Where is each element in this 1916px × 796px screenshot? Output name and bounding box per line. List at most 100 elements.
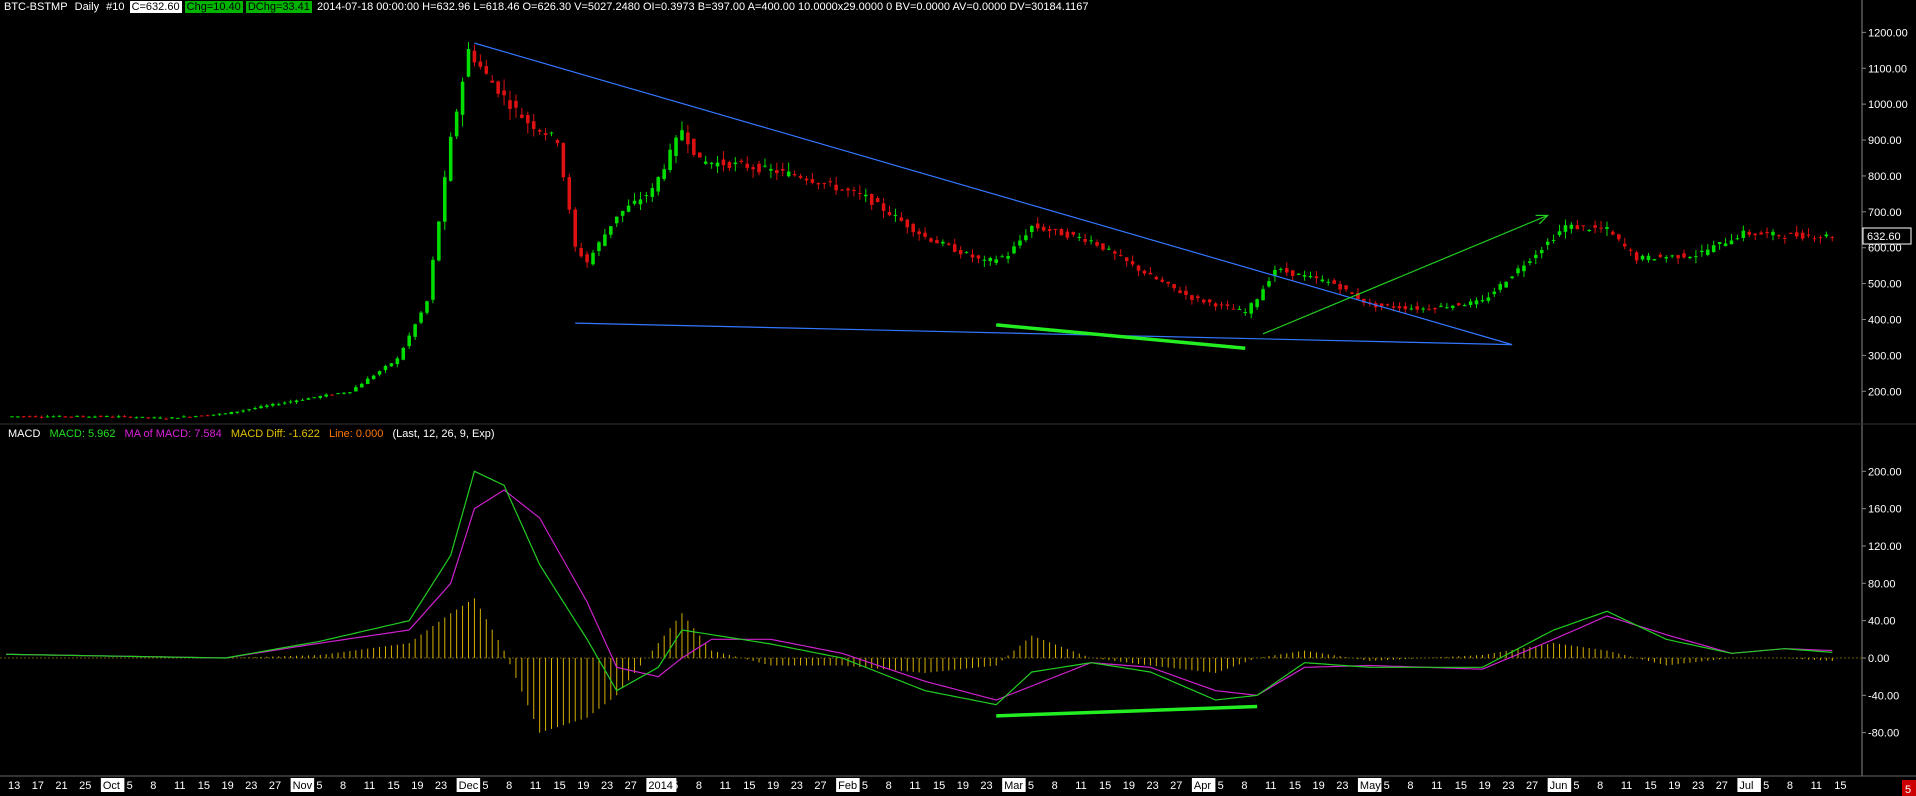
candle-body: [881, 203, 886, 211]
day-label: 27: [814, 780, 826, 792]
candle-body: [57, 415, 62, 417]
candle-body: [81, 416, 85, 418]
candle-body: [466, 49, 471, 77]
candle-body: [294, 400, 299, 403]
candle-body: [543, 133, 548, 136]
candle-body: [282, 402, 287, 404]
candle-body: [1611, 231, 1615, 235]
candle-body: [490, 80, 494, 83]
candle-body: [745, 163, 749, 168]
candle-body: [1415, 306, 1419, 310]
candle-body: [526, 114, 530, 124]
candle-body: [75, 415, 79, 417]
candle-body: [413, 324, 417, 337]
day-label: 5: [1028, 780, 1034, 792]
candle-body: [1439, 305, 1443, 307]
month-label: Feb: [838, 780, 857, 792]
candle-body: [863, 194, 868, 197]
candle-body: [1682, 253, 1686, 258]
candle-body: [1676, 255, 1680, 259]
candle-body: [1213, 303, 1218, 307]
candle-body: [1166, 281, 1170, 284]
line-value: Line: 0.000: [328, 428, 384, 440]
day-label: 23: [435, 780, 447, 792]
close-chip: C=632.60: [129, 1, 182, 13]
candle-body: [63, 416, 68, 418]
candle-body: [140, 416, 145, 418]
candle-body: [1646, 255, 1651, 261]
candle-body: [69, 416, 74, 418]
month-label: 2014: [648, 780, 672, 792]
candle-body: [994, 259, 999, 263]
candle-body: [775, 170, 779, 174]
day-label: 27: [269, 780, 281, 792]
candle-body: [1741, 230, 1746, 238]
candle-body: [354, 387, 358, 392]
candle-body: [947, 243, 951, 245]
candle-body: [1765, 232, 1769, 234]
candle-body: [686, 132, 690, 145]
day-label: 21: [55, 780, 67, 792]
candle-body: [1569, 224, 1574, 229]
candle-body: [1534, 254, 1538, 259]
candle-body: [365, 378, 370, 385]
price-tick-label: 500.00: [1868, 279, 1902, 291]
candle-body: [1041, 226, 1046, 231]
candle-body: [1160, 279, 1165, 282]
candle-body: [1456, 303, 1461, 306]
candle-body: [312, 397, 317, 399]
candle-body: [1308, 275, 1313, 278]
candle-body: [899, 217, 904, 221]
day-label: 13: [8, 780, 20, 792]
price-divergence-line: [996, 323, 1246, 350]
candle-body: [1711, 245, 1716, 252]
candle-body: [1302, 275, 1307, 277]
macd-tick-label: 80.00: [1868, 578, 1896, 590]
candle-body: [1178, 290, 1182, 293]
candle-body: [1794, 232, 1799, 237]
candle-body: [16, 416, 20, 418]
candle-body: [1818, 237, 1823, 239]
day-label: 15: [198, 780, 210, 792]
day-label: 5: [672, 780, 678, 792]
candle-body: [1035, 223, 1040, 229]
price-tick-label: 400.00: [1868, 315, 1902, 327]
candle-body: [875, 198, 880, 202]
day-label: 8: [150, 780, 156, 792]
candle-body: [786, 171, 791, 177]
candle-body: [798, 175, 803, 178]
candle-body: [193, 416, 198, 418]
price-tick-label: 1000.00: [1868, 99, 1908, 111]
last-price-label: 632.60: [1867, 231, 1901, 243]
day-label: 23: [1146, 780, 1158, 792]
candle-body: [1522, 265, 1526, 272]
candle-body: [680, 130, 684, 141]
candle-body: [1006, 256, 1010, 259]
candle-body: [1207, 299, 1212, 303]
day-label: 5: [1384, 780, 1390, 792]
candle-body: [988, 257, 993, 262]
day-label: 8: [506, 780, 512, 792]
candle-body: [395, 358, 400, 365]
candle-body: [1830, 236, 1835, 238]
candle-body: [1468, 301, 1473, 306]
candle-body: [377, 371, 382, 375]
candle-body: [810, 179, 815, 183]
day-label: 17: [32, 780, 44, 792]
candle-body: [1077, 236, 1082, 238]
candle-body: [1575, 225, 1580, 230]
candle-body: [609, 226, 613, 235]
day-label: 8: [1787, 780, 1793, 792]
candle-body: [1640, 255, 1645, 260]
candle-body: [626, 205, 631, 212]
candle-body: [1255, 299, 1259, 308]
candle-body: [217, 413, 222, 415]
day-label: 19: [1312, 780, 1324, 792]
candle-body: [1688, 256, 1692, 259]
candle-body: [1427, 308, 1431, 310]
candle-body: [1249, 303, 1253, 314]
candle-body: [1320, 279, 1325, 282]
day-label: 5: [1763, 780, 1769, 792]
macd-divergence-line: [996, 704, 1258, 718]
chart-header: BTC-BSTMP Daily #10 C=632.60 Chg=10.40 D…: [2, 0, 1090, 14]
